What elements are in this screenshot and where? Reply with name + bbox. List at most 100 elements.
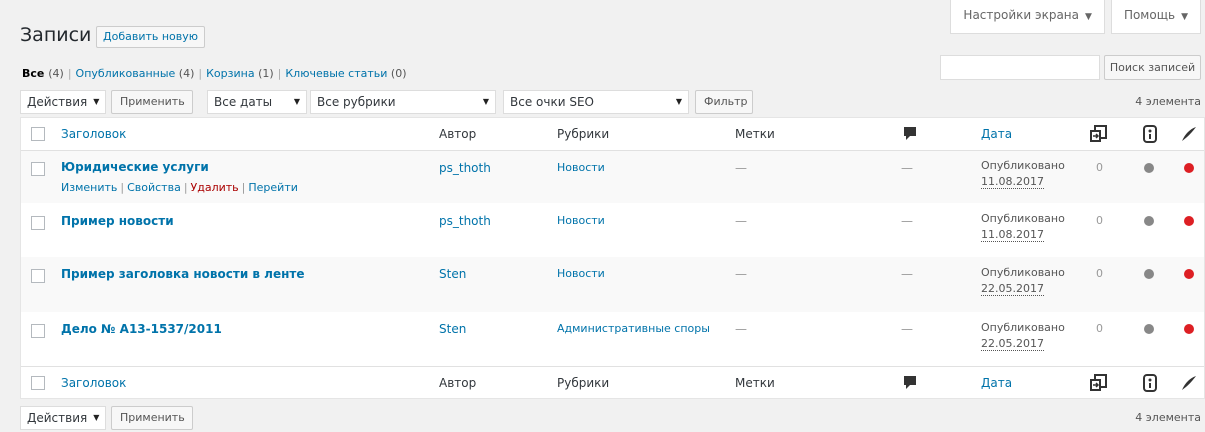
post-status: Опубликовано xyxy=(981,212,1065,225)
trash-link[interactable]: Удалить xyxy=(191,181,239,194)
author-link[interactable]: Sten xyxy=(439,322,466,336)
internal-links-icon xyxy=(1090,374,1107,391)
filter-published[interactable]: Опубликованные (4) xyxy=(76,67,195,80)
column-categories: Рубрики xyxy=(557,127,610,141)
comments-value: — xyxy=(901,267,913,281)
category-link[interactable]: Новости xyxy=(557,267,605,280)
filter-all[interactable]: Все (4) xyxy=(22,67,64,80)
author-link[interactable]: ps_thoth xyxy=(439,214,491,228)
category-link[interactable]: Административные споры xyxy=(557,322,710,335)
readability-score-dot xyxy=(1184,163,1194,173)
post-title-link[interactable]: Пример заголовка новости в ленте xyxy=(61,267,305,281)
tags-value: — xyxy=(735,267,747,281)
add-new-button[interactable]: Добавить новую xyxy=(96,26,206,48)
category-link[interactable]: Новости xyxy=(557,161,605,174)
items-count: 4 элемента xyxy=(1135,95,1201,108)
page-title: Записи xyxy=(20,24,92,46)
category-filter-value: Все рубрики xyxy=(317,95,396,109)
post-title-link[interactable]: Юридические услуги xyxy=(61,160,209,174)
column-date[interactable]: Дата xyxy=(981,127,1012,141)
filter-all-label: Все xyxy=(22,67,45,80)
select-all-checkbox[interactable] xyxy=(31,127,45,141)
post-title-link[interactable]: Пример новости xyxy=(61,214,174,228)
comments-value: — xyxy=(901,322,913,336)
posts-table: Заголовок Автор Рубрики Метки Дата Юриди… xyxy=(20,117,1205,399)
table-row: Юридические услуги Изменить | Свойства | Уда… xyxy=(21,151,1204,203)
seo-score-icon xyxy=(1143,374,1157,392)
separator: | xyxy=(277,67,282,80)
column-tags: Метки xyxy=(735,376,775,390)
column-title[interactable]: Заголовок xyxy=(61,376,126,390)
column-categories: Рубрики xyxy=(557,376,610,390)
category-filter-select[interactable]: Все рубрики ▼ xyxy=(310,90,496,114)
table-row: Пример новости ps_thoth Новости — — Опуб… xyxy=(21,203,1204,257)
filter-cornerstone[interactable]: Ключевые статьи (0) xyxy=(285,67,406,80)
internal-links-count: 0 xyxy=(1096,214,1103,227)
seo-score-dot xyxy=(1144,216,1154,226)
seo-filter-select[interactable]: Все очки SEO ▼ xyxy=(503,90,689,114)
author-link[interactable]: ps_thoth xyxy=(439,161,491,175)
comments-value: — xyxy=(901,161,913,175)
bulk-action-value: Действия xyxy=(27,411,88,425)
row-checkbox[interactable] xyxy=(31,324,45,338)
search-input[interactable] xyxy=(940,55,1100,80)
comment-icon[interactable] xyxy=(903,375,917,391)
screen-options-button[interactable]: Настройки экрана ▼ xyxy=(950,0,1105,34)
post-status: Опубликовано xyxy=(981,159,1065,172)
table-row: Пример заголовка новости в ленте Sten Но… xyxy=(21,257,1204,312)
bulk-action-value: Действия xyxy=(27,95,88,109)
screen-options-label: Настройки экрана xyxy=(963,8,1080,22)
seo-filter-value: Все очки SEO xyxy=(510,95,594,109)
bulk-action-select-bottom[interactable]: Действия ▼ xyxy=(20,406,106,430)
post-status: Опубликовано xyxy=(981,321,1065,334)
help-label: Помощь xyxy=(1123,8,1176,22)
row-checkbox[interactable] xyxy=(31,162,45,176)
column-date[interactable]: Дата xyxy=(981,376,1012,390)
date-cell: Опубликовано 11.08.2017 xyxy=(981,158,1065,189)
status-filters: Все (4) | Опубликованные (4) | Корзина (1) | К… xyxy=(22,67,407,80)
filter-cornerstone-count: (0) xyxy=(390,67,407,80)
filter-published-label: Опубликованные xyxy=(75,67,176,80)
date-filter-value: Все даты xyxy=(214,95,273,109)
bulk-action-select[interactable]: Действия ▼ xyxy=(20,90,106,114)
row-checkbox[interactable] xyxy=(31,269,45,283)
select-all-checkbox[interactable] xyxy=(31,376,45,390)
post-date: 22.05.2017 xyxy=(981,282,1044,296)
separator: | xyxy=(120,181,125,194)
post-date: 11.08.2017 xyxy=(981,228,1044,242)
table-header: Заголовок Автор Рубрики Метки Дата xyxy=(21,118,1204,151)
apply-button-bottom[interactable]: Применить xyxy=(111,406,193,430)
filter-button[interactable]: Фильтр xyxy=(695,90,753,114)
comment-icon[interactable] xyxy=(903,126,917,142)
help-button[interactable]: Помощь ▼ xyxy=(1110,0,1201,34)
quick-edit-link[interactable]: Свойства xyxy=(127,181,181,194)
apply-button[interactable]: Применить xyxy=(111,90,193,114)
edit-link[interactable]: Изменить xyxy=(61,181,117,194)
separator: | xyxy=(198,67,203,80)
column-tags: Метки xyxy=(735,127,775,141)
date-cell: Опубликовано 22.05.2017 xyxy=(981,320,1065,351)
view-link[interactable]: Перейти xyxy=(248,181,298,194)
readability-score-dot xyxy=(1184,269,1194,279)
date-filter-select[interactable]: Все даты ▼ xyxy=(207,90,307,114)
separator: | xyxy=(183,181,188,194)
column-title[interactable]: Заголовок xyxy=(61,127,126,141)
internal-links-count: 0 xyxy=(1096,161,1103,174)
filter-trash[interactable]: Корзина (1) xyxy=(206,67,274,80)
separator: | xyxy=(241,181,246,194)
author-link[interactable]: Sten xyxy=(439,267,466,281)
caret-down-icon: ▼ xyxy=(1181,12,1188,22)
seo-score-dot xyxy=(1144,163,1154,173)
row-actions: Изменить | Свойства | Удалить | Перейти xyxy=(61,181,298,194)
separator: | xyxy=(67,67,72,80)
post-title-link[interactable]: Дело № А13-1537/2011 xyxy=(61,322,222,336)
search-button[interactable]: Поиск записей xyxy=(1104,55,1201,80)
filter-cornerstone-label: Ключевые статьи xyxy=(285,67,388,80)
category-link[interactable]: Новости xyxy=(557,214,605,227)
row-checkbox[interactable] xyxy=(31,216,45,230)
post-status: Опубликовано xyxy=(981,266,1065,279)
date-cell: Опубликовано 11.08.2017 xyxy=(981,211,1065,242)
readability-score-dot xyxy=(1184,216,1194,226)
readability-icon xyxy=(1182,127,1196,141)
caret-down-icon: ▼ xyxy=(93,97,100,106)
